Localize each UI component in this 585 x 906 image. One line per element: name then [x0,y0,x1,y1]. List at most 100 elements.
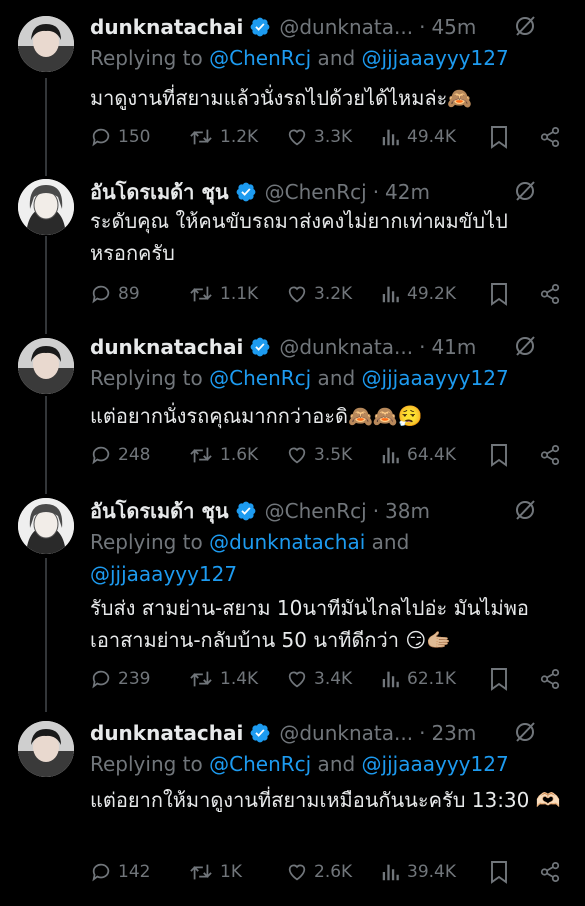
share-button[interactable] [539,283,567,305]
tweet-text: แต่อยากนั่งรถคุณมากกว่าอะดิ🙈🙈😮‍💨 [90,404,423,428]
like-button[interactable]: 3.4K [286,668,381,690]
user-handle[interactable]: @dunknata... [279,335,413,359]
bookmark-button[interactable] [489,282,539,306]
separator-dot: · [419,15,426,39]
user-handle[interactable]: @ChenRcj [265,180,367,204]
repost-button[interactable]: 1.2K [188,126,286,148]
tweet[interactable]: อันโดรเมด้า ชุน @ChenRcj · 38m Replying … [0,494,585,704]
display-name[interactable]: dunknatachai [90,335,243,359]
grok-icon[interactable] [513,498,537,522]
repost-count: 1.6K [220,445,259,465]
tweet[interactable]: dunknatachai @dunknata... · 41m Replying… [0,330,585,480]
mention-link[interactable]: @jjjaaayyy127 [362,366,509,390]
replying-and: and [311,752,362,776]
views-button[interactable]: 49.4K [381,126,489,148]
tweet-header: อันโดรเมด้า ชุน @ChenRcj · 42m [90,175,567,209]
views-button[interactable]: 62.1K [381,668,489,690]
avatar[interactable] [18,338,74,394]
like-count: 3.3K [314,127,353,147]
tweet-text: แต่อยากให้มาดูงานที่สยามเหมือนกันนะครับ … [90,788,561,812]
mention-link[interactable]: @dunknatachai [209,530,365,554]
mention-link[interactable]: @jjjaaayyy127 [362,46,509,70]
timestamp[interactable]: 45m [431,15,476,39]
views-button[interactable]: 49.2K [381,283,489,305]
reply-button[interactable]: 150 [90,126,188,148]
display-name[interactable]: อันโดรเมด้า ชุน [90,176,229,208]
user-handle[interactable]: @dunknata... [279,15,413,39]
tweet-actions: 89 1.1K 3.2K 49.2K [90,280,567,308]
reply-count: 150 [118,127,151,147]
replying-prefix: Replying to [90,530,210,554]
share-button[interactable] [539,861,567,883]
avatar[interactable] [18,16,74,72]
tweet-actions: 239 1.4K 3.4K 62.1K [90,665,567,693]
tweet-header: อันโดรเมด้า ชุน @ChenRcj · 38m [90,494,567,528]
display-name[interactable]: อันโดรเมด้า ชุน [90,495,229,527]
reply-button[interactable]: 89 [90,283,188,305]
mention-link[interactable]: @ChenRcj [209,752,311,776]
user-handle[interactable]: @dunknata... [279,721,413,745]
mention-link[interactable]: @ChenRcj [209,366,311,390]
like-icon [288,447,306,464]
views-icon [382,447,399,464]
replying-prefix: Replying to [90,752,210,776]
bookmark-button[interactable] [489,860,539,884]
tweet-actions: 248 1.6K 3.5K 64.4K [90,441,567,469]
views-button[interactable]: 64.4K [381,444,489,466]
timestamp[interactable]: 42m [385,180,430,204]
reply-button[interactable]: 142 [90,861,188,883]
repost-button[interactable]: 1.1K [188,283,286,305]
mention-link[interactable]: @jjjaaayyy127 [90,562,237,586]
avatar[interactable] [18,179,74,235]
bookmark-button[interactable] [489,125,539,149]
like-button[interactable]: 3.5K [286,444,381,466]
verified-badge-icon [249,16,271,38]
repost-button[interactable]: 1.4K [188,668,286,690]
like-button[interactable]: 3.2K [286,283,381,305]
tweet[interactable]: อันโดรเมด้า ชุน @ChenRcj · 42m ระดับคุณ … [0,175,585,315]
tweet-header: dunknatachai @dunknata... · 23m [90,716,567,750]
views-icon [382,671,399,688]
like-icon [288,864,306,881]
tweet[interactable]: dunknatachai @dunknata... · 45m Replying… [0,10,585,160]
share-button[interactable] [539,444,567,466]
display-name[interactable]: dunknatachai [90,721,243,745]
mention-link[interactable]: @jjjaaayyy127 [362,752,509,776]
grok-icon[interactable] [513,179,537,203]
tweet-actions: 150 1.2K 3.3K 49.4K [90,123,567,151]
tweet[interactable]: dunknatachai @dunknata... · 23m Replying… [0,716,585,896]
reply-button[interactable]: 239 [90,668,188,690]
share-button[interactable] [539,126,567,148]
display-name[interactable]: dunknatachai [90,15,243,39]
avatar[interactable] [18,721,74,777]
repost-count: 1K [220,862,242,882]
grok-icon[interactable] [513,720,537,744]
user-handle[interactable]: @ChenRcj [265,499,367,523]
like-button[interactable]: 2.6K [286,861,381,883]
avatar[interactable] [18,498,74,554]
grok-icon[interactable] [513,14,537,38]
replying-to: Replying to @ChenRcj and @jjjaaayyy127 [90,42,509,74]
like-button[interactable]: 3.3K [286,126,381,148]
tweet-header: dunknatachai @dunknata... · 45m [90,10,567,44]
separator-dot: · [419,335,426,359]
bookmark-icon [491,126,507,149]
repost-button[interactable]: 1K [188,861,286,883]
timestamp[interactable]: 23m [431,721,476,745]
bookmark-button[interactable] [489,667,539,691]
repost-button[interactable]: 1.6K [188,444,286,466]
share-icon [540,283,560,305]
share-icon [540,444,560,466]
reply-button[interactable]: 248 [90,444,188,466]
share-button[interactable] [539,668,567,690]
bookmark-button[interactable] [489,443,539,467]
mention-link[interactable]: @ChenRcj [209,46,311,70]
tweet-text: มาดูงานที่สยามแล้วนั่งรถไปด้วยได้ไหมล่ะ🙈 [90,86,473,110]
timestamp[interactable]: 38m [385,499,430,523]
grok-icon[interactable] [513,334,537,358]
share-icon [540,126,560,148]
views-button[interactable]: 39.4K [381,861,489,883]
timestamp[interactable]: 41m [431,335,476,359]
like-icon [288,286,306,303]
replying-and: and [311,366,362,390]
